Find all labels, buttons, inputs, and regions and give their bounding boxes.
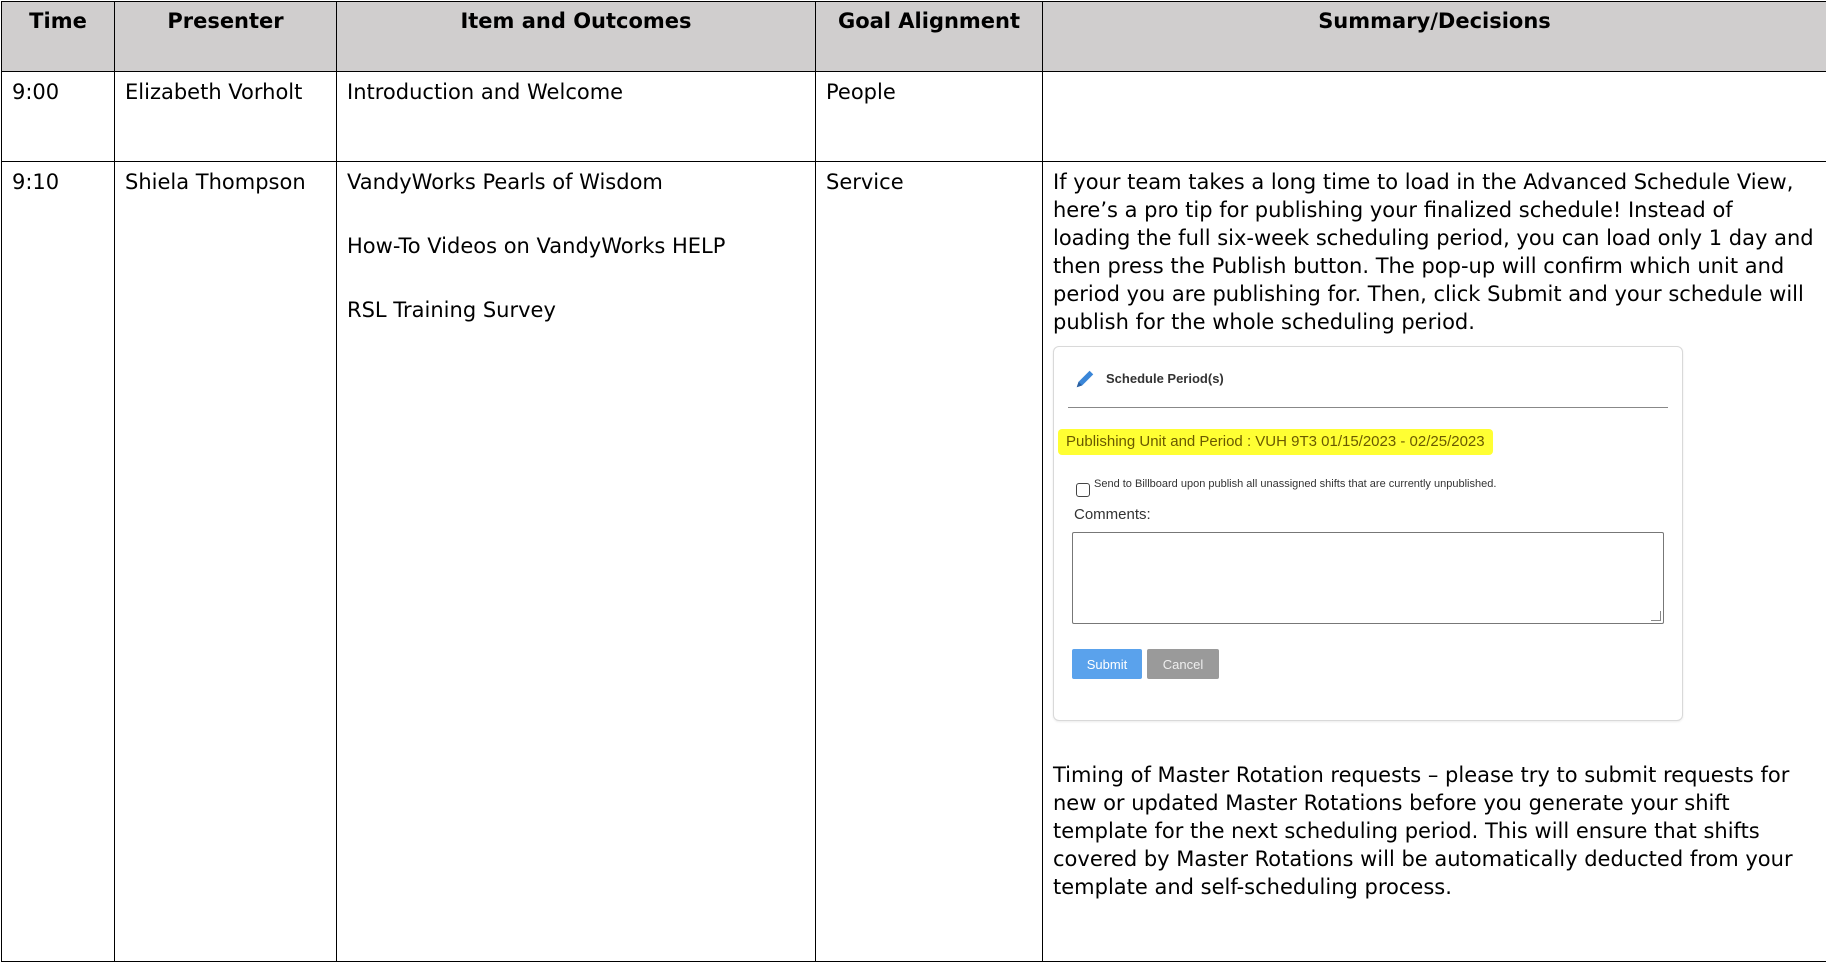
item-text: RSL Training Survey [347, 296, 805, 324]
cell-summary [1043, 72, 1826, 162]
cell-goal: People [816, 72, 1043, 162]
header-item-outcomes: Item and Outcomes [337, 2, 816, 72]
publishing-unit-period: Publishing Unit and Period : VUH 9T3 01/… [1058, 429, 1493, 455]
header-goal-alignment: Goal Alignment [816, 2, 1043, 72]
comments-label: Comments: [1074, 501, 1151, 529]
billboard-checkbox[interactable] [1076, 483, 1090, 497]
comments-textarea[interactable] [1072, 532, 1664, 624]
cell-presenter: Shiela Thompson [115, 162, 337, 962]
pencil-icon [1074, 368, 1096, 390]
cell-time: 9:10 [2, 162, 115, 962]
cell-presenter: Elizabeth Vorholt [115, 72, 337, 162]
cancel-button[interactable]: Cancel [1147, 649, 1219, 679]
agenda-table: Time Presenter Item and Outcomes Goal Al… [1, 1, 1826, 962]
item-text: Introduction and Welcome [347, 78, 805, 106]
item-text: How-To Videos on VandyWorks HELP [347, 232, 805, 260]
divider [1068, 407, 1668, 408]
billboard-checkbox-label: Send to Billboard upon publish all unass… [1094, 477, 1496, 491]
header-presenter: Presenter [115, 2, 337, 72]
summary-paragraph: If your team takes a long time to load i… [1053, 168, 1816, 336]
cell-time: 9:00 [2, 72, 115, 162]
billboard-option[interactable]: Send to Billboard upon publish all unass… [1076, 477, 1496, 497]
cell-goal: Service [816, 162, 1043, 962]
summary-paragraph: Timing of Master Rotation requests – ple… [1053, 761, 1816, 901]
cell-summary: If your team takes a long time to load i… [1043, 162, 1826, 962]
header-time: Time [2, 2, 115, 72]
resize-grip-icon[interactable] [1651, 611, 1661, 621]
table-row: 9:00 Elizabeth Vorholt Introduction and … [2, 72, 1826, 162]
dialog-header: Schedule Period(s) [1074, 365, 1224, 393]
header-row: Time Presenter Item and Outcomes Goal Al… [2, 2, 1826, 72]
submit-button[interactable]: Submit [1072, 649, 1142, 679]
publish-dialog-screenshot: Schedule Period(s) Publishing Unit and P… [1053, 346, 1683, 721]
cell-items: VandyWorks Pearls of Wisdom How-To Video… [337, 162, 816, 962]
item-text: VandyWorks Pearls of Wisdom [347, 168, 805, 196]
table-row: 9:10 Shiela Thompson VandyWorks Pearls o… [2, 162, 1826, 962]
dialog-title: Schedule Period(s) [1106, 365, 1224, 393]
header-summary-decisions: Summary/Decisions [1043, 2, 1826, 72]
cell-items: Introduction and Welcome [337, 72, 816, 162]
